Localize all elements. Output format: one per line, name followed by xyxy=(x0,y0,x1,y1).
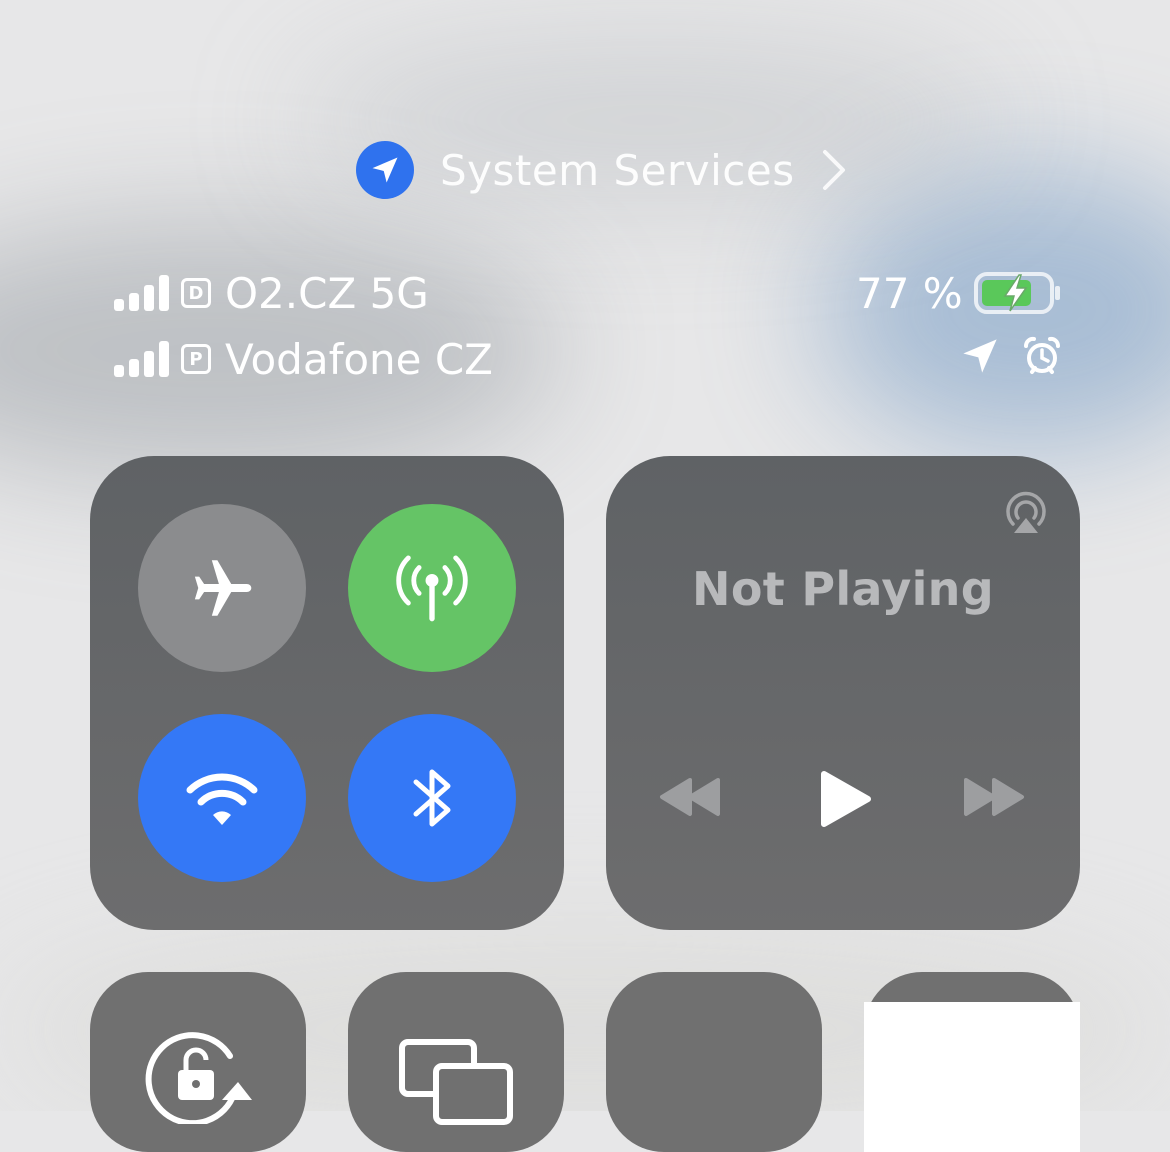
wifi-icon xyxy=(186,773,258,825)
sim-badge: P xyxy=(181,344,211,374)
location-services-banner[interactable]: System Services xyxy=(356,140,847,200)
fast-forward-icon[interactable] xyxy=(962,776,1026,818)
alarm-icon xyxy=(1023,336,1061,374)
airplay-audio-icon[interactable] xyxy=(1000,486,1052,538)
signal-strength-icon xyxy=(114,275,169,311)
bluetooth-toggle[interactable] xyxy=(348,714,516,882)
battery-charging-icon xyxy=(973,272,1060,314)
airplane-icon xyxy=(194,560,252,616)
now-playing-module[interactable] xyxy=(606,456,1080,930)
cellular-antenna-icon xyxy=(396,555,468,622)
control-tile-3[interactable] xyxy=(606,972,822,1152)
screen-mirroring-icon xyxy=(399,1039,513,1125)
sim-badge: D xyxy=(181,278,211,308)
status-indicators xyxy=(960,336,1062,376)
carrier-name: Vodafone CZ xyxy=(225,334,493,384)
location-services-label: System Services xyxy=(440,145,795,195)
battery-status: 77 % xyxy=(856,268,1063,318)
bluetooth-icon xyxy=(413,769,451,827)
location-arrow-icon xyxy=(356,141,414,199)
chevron-right-icon xyxy=(822,150,845,190)
brightness-slider-fill xyxy=(864,1002,1080,1152)
play-icon[interactable] xyxy=(818,768,874,830)
now-playing-title: Not Playing xyxy=(692,562,994,616)
location-arrow-icon xyxy=(963,339,997,373)
orientation-lock-icon xyxy=(145,1032,252,1124)
carrier-row-primary: D O2.CZ 5G xyxy=(114,268,429,318)
cellular-data-toggle[interactable] xyxy=(348,504,516,672)
control-tile-4[interactable] xyxy=(864,972,1080,1152)
battery-percent: 77 % xyxy=(856,268,963,318)
connectivity-module xyxy=(90,456,564,930)
orientation-lock-button[interactable] xyxy=(90,972,306,1152)
airplane-mode-toggle[interactable] xyxy=(138,504,306,672)
wifi-toggle[interactable] xyxy=(138,714,306,882)
screen-mirroring-button[interactable] xyxy=(348,972,564,1152)
carrier-row-secondary: P Vodafone CZ xyxy=(114,334,493,384)
rewind-icon[interactable] xyxy=(658,776,722,818)
carrier-name: O2.CZ 5G xyxy=(225,268,429,318)
signal-strength-icon xyxy=(114,341,169,377)
